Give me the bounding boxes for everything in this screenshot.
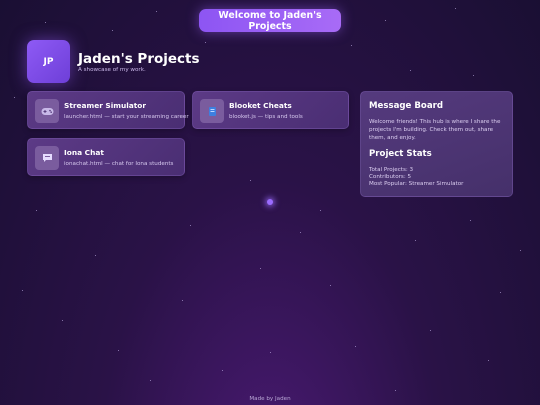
- project-description: ionachat.html — chat for Iona students: [64, 161, 174, 167]
- page-title: Jaden's Projects: [78, 51, 200, 67]
- gamepad-icon: [35, 99, 59, 123]
- stat-most-popular: Most Popular: Streamer Simulator: [369, 181, 464, 187]
- chat-bubble-icon: [35, 146, 59, 170]
- project-description: launcher.html — start your streaming car…: [64, 114, 189, 120]
- project-card-streamer-simulator[interactable]: Streamer Simulator launcher.html — start…: [27, 91, 189, 129]
- blue-square-icon: [200, 99, 224, 123]
- message-board-panel: Message Board Welcome friends! This hub …: [360, 91, 513, 197]
- avatar: JP: [27, 40, 70, 83]
- footer-credit: Made by Jaden: [249, 396, 291, 402]
- project-stats-title: Project Stats: [369, 149, 432, 159]
- project-card-iona-chat[interactable]: Iona Chat ionachat.html — chat for Iona …: [27, 138, 185, 176]
- glow-orb: [267, 199, 273, 205]
- project-title: Iona Chat: [64, 148, 104, 157]
- project-title: Streamer Simulator: [64, 101, 147, 110]
- project-card-blooket-cheats[interactable]: Blooket Cheats blooket.js — tips and too…: [192, 91, 349, 129]
- project-description: blooket.js — tips and tools: [229, 114, 303, 120]
- project-title: Blooket Cheats: [229, 101, 292, 110]
- page-subtitle: A showcase of my work.: [78, 67, 146, 73]
- message-board-title: Message Board: [369, 101, 444, 111]
- welcome-button[interactable]: Welcome to Jaden's Projects: [199, 9, 341, 32]
- message-board-body: Welcome friends! This hub is where I sha…: [369, 119, 501, 141]
